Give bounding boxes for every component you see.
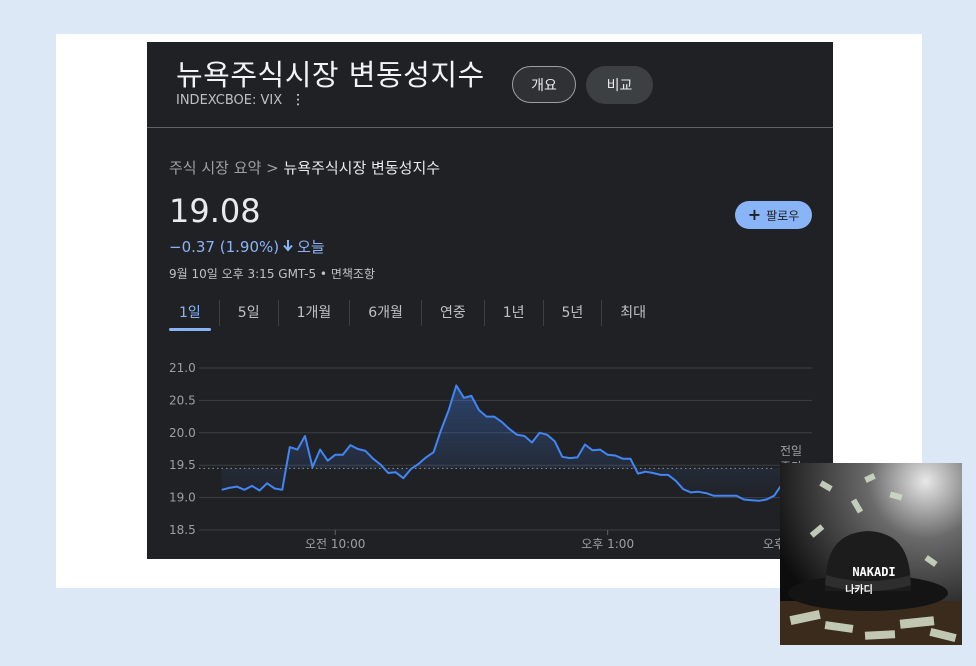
fedora-hat-icon: NAKADI 나카디 <box>780 463 962 645</box>
price-area <box>221 385 805 501</box>
y-tick-label: 19.0 <box>169 491 196 505</box>
x-tick-label: 오전 10:00 <box>305 537 365 551</box>
price-chart: 21.020.520.019.519.018.5오전 10:00 오후 1:00 오… <box>169 361 816 551</box>
previous-close-label: 전일 <box>780 444 802 458</box>
channel-thumbnail: NAKADI 나카디 <box>780 463 962 645</box>
y-tick-label: 21.0 <box>169 361 196 375</box>
brand-ko: 나카디 <box>845 583 873 596</box>
finance-panel: 뉴욕주식시장 변동성지수 INDEXCBOE: VIX ⋮ 개요 비교 주식 시… <box>147 42 833 559</box>
y-tick-label: 19.5 <box>169 458 196 472</box>
y-tick-label: 18.5 <box>169 523 196 537</box>
y-tick-label: 20.0 <box>169 426 196 440</box>
y-tick-label: 20.5 <box>169 393 196 407</box>
x-tick-label: 오후 1:00 <box>581 537 634 551</box>
brand-en: NAKADI <box>852 565 895 579</box>
